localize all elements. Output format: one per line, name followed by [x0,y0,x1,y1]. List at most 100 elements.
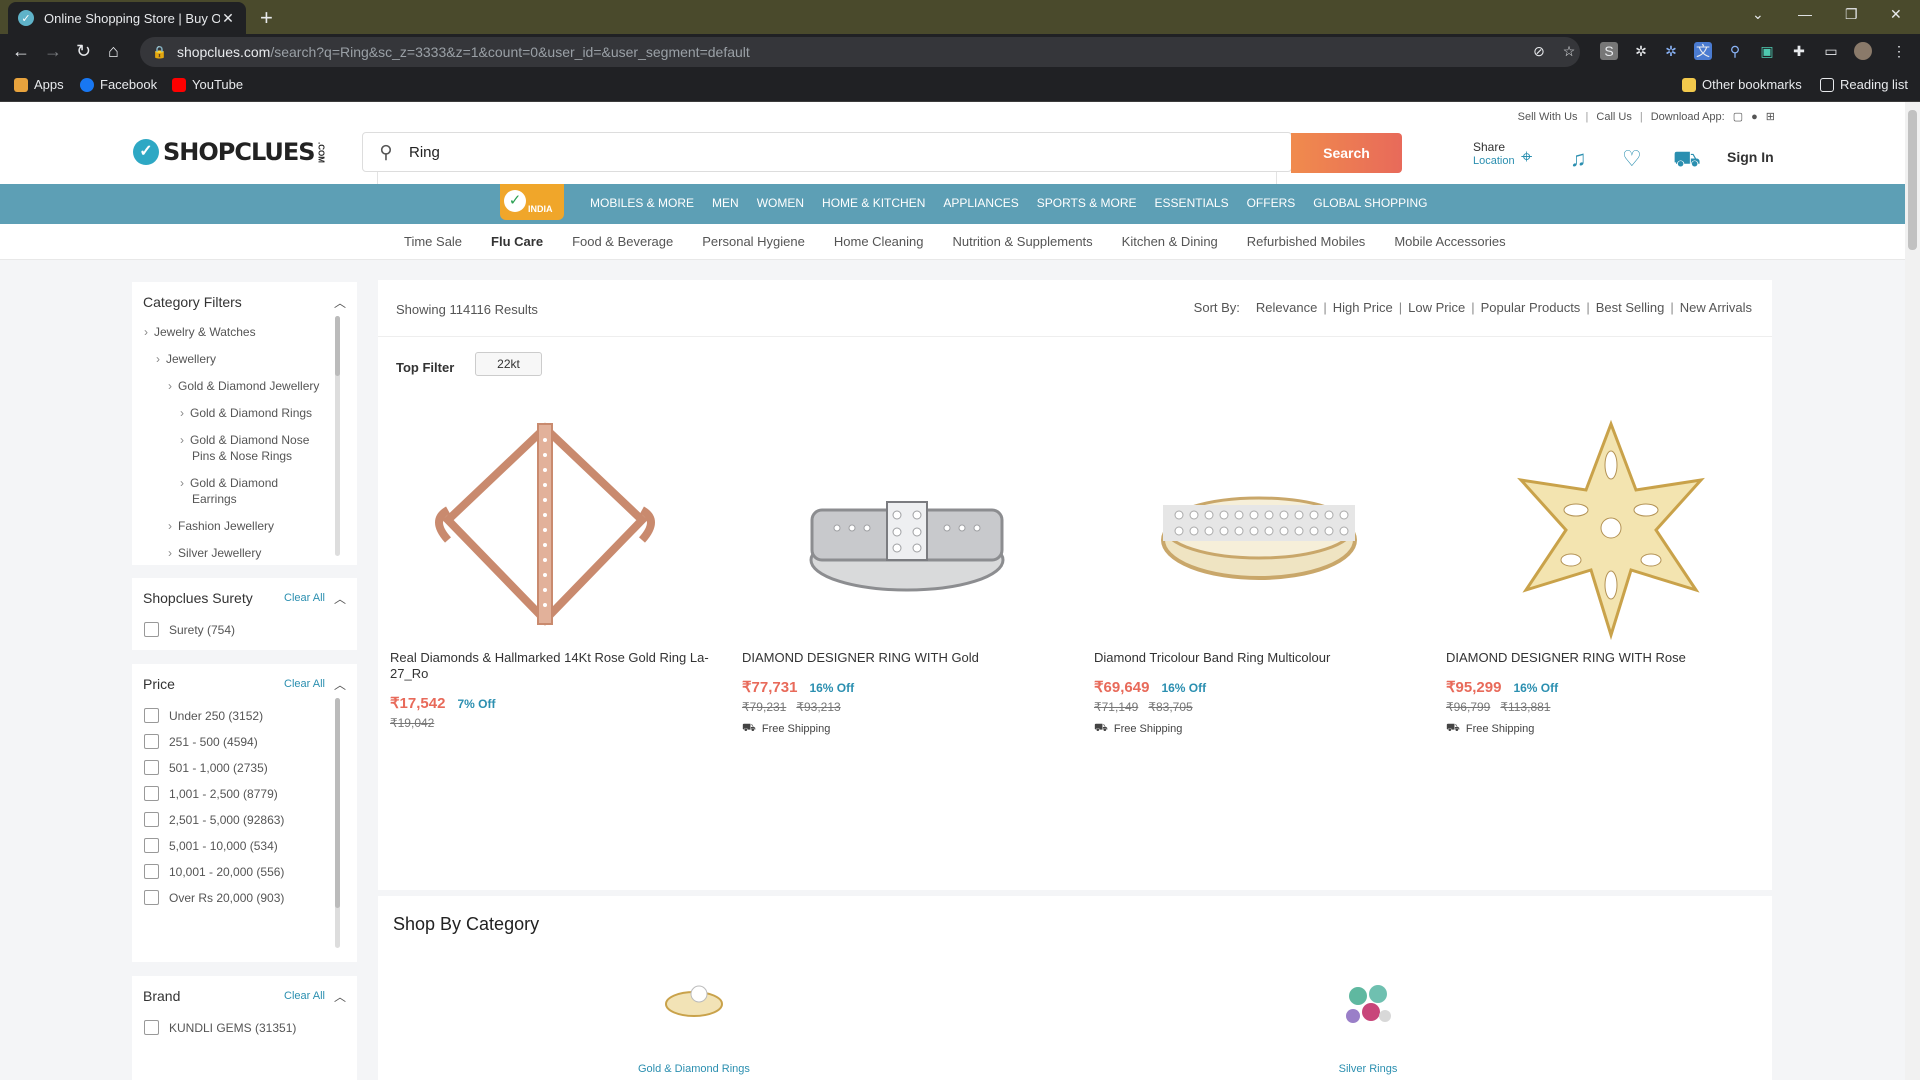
category-link[interactable]: OFFERS [1247,196,1296,210]
collapse-chevron-icon[interactable]: ︿ [334,294,346,311]
extension-translate-icon[interactable]: 文 [1694,42,1712,60]
product-name[interactable]: DIAMOND DESIGNER RING WITH Gold [742,650,1072,666]
android-icon[interactable]: ▢ [1733,110,1743,123]
address-bar[interactable]: 🔒 shopclues.com /search?q=Ring&sc_z=3333… [140,37,1580,67]
checkbox[interactable] [144,760,159,775]
sub-nav-item[interactable]: Home Cleaning [834,234,924,249]
surety-option[interactable]: Surety (754) [144,622,235,637]
tree-item-gold-diamond-rings[interactable]: › Gold & Diamond Rings [180,405,312,421]
call-us-link[interactable]: Call Us [1596,111,1631,123]
price-option[interactable]: Under 250 (3152) [144,708,263,723]
tab-search-icon[interactable]: ⌄ [1752,6,1764,23]
tree-item-jewelry-watches[interactable]: › Jewelry & Watches [144,324,256,340]
scrollbar-thumb[interactable] [1908,110,1917,250]
sub-nav-item[interactable]: Time Sale [404,234,462,249]
category-link[interactable]: GLOBAL SHOPPING [1313,196,1427,210]
price-clear-all[interactable]: Clear All [284,678,325,690]
bookmark-apps[interactable]: Apps [14,77,64,92]
cart-icon[interactable]: ⛟ [1673,146,1701,175]
bookmark-youtube[interactable]: YouTube [172,77,243,92]
sub-nav-item[interactable]: Mobile Accessories [1394,234,1505,249]
sort-option[interactable]: Best Selling [1596,300,1665,315]
page-scrollbar[interactable] [1905,102,1920,1080]
sell-with-us-link[interactable]: Sell With Us [1518,111,1578,123]
checkbox[interactable] [144,734,159,749]
price-option[interactable]: 2,501 - 5,000 (92863) [144,812,284,827]
tree-item-gold-diamond-nose-pins[interactable]: › Gold & Diamond Nose [180,432,309,448]
category-scrollbar[interactable] [335,316,340,556]
tree-item-nose-rings-line2[interactable]: Pins & Nose Rings [192,448,292,464]
share-location[interactable]: Share Location [1473,140,1515,168]
checkbox[interactable] [144,812,159,827]
checkbox[interactable] [144,708,159,723]
apple-icon[interactable]: ● [1751,111,1758,123]
product-name[interactable]: DIAMOND DESIGNER RING WITH Rose [1446,650,1776,666]
category-link[interactable]: MEN [712,196,739,210]
windows-icon[interactable]: ⊞ [1766,110,1775,123]
brand-option[interactable]: KUNDLI GEMS (31351) [144,1020,296,1035]
new-tab-icon[interactable]: + [260,5,273,31]
minimize-icon[interactable]: — [1798,6,1812,22]
eye-off-icon[interactable]: ⊘ [1530,42,1548,60]
category-tile-silver-rings[interactable]: Silver Rings [1333,976,1403,1075]
product-image[interactable] [390,410,720,650]
tree-item-gold-diamond-earrings[interactable]: › Gold & Diamond [180,475,278,491]
collapse-chevron-icon[interactable]: ︿ [334,590,346,607]
sub-nav-item[interactable]: Refurbished Mobiles [1247,234,1366,249]
sort-option[interactable]: Popular Products [1481,300,1581,315]
price-option[interactable]: 5,001 - 10,000 (534) [144,838,278,853]
sort-option[interactable]: Low Price [1408,300,1465,315]
product-card[interactable]: DIAMOND DESIGNER RING WITH Gold ₹77,731 … [742,410,1072,736]
product-image[interactable] [1094,410,1424,650]
bookmark-star-icon[interactable]: ☆ [1560,42,1578,60]
notification-bell-icon[interactable]: ♫ [1570,146,1587,172]
price-option[interactable]: 501 - 1,000 (2735) [144,760,268,775]
checkbox[interactable] [144,890,159,905]
product-image[interactable] [1446,410,1776,650]
shopclues-logo[interactable]: ✓ SHOPCLUES .COM [133,138,326,166]
category-tile-gold-diamond-rings[interactable]: Gold & Diamond Rings [638,976,750,1075]
category-link[interactable]: SPORTS & MORE [1037,196,1137,210]
forward-icon[interactable]: → [44,41,62,62]
restore-icon[interactable]: ❐ [1845,6,1858,23]
checkbox[interactable] [144,786,159,801]
top-filter-chip[interactable]: 22kt [475,352,542,376]
price-option[interactable]: 251 - 500 (4594) [144,734,258,749]
product-name[interactable]: Diamond Tricolour Band Ring Multicolour [1094,650,1424,666]
sub-nav-item[interactable]: Personal Hygiene [702,234,805,249]
checkbox[interactable] [144,1020,159,1035]
collapse-chevron-icon[interactable]: ︿ [334,676,346,693]
bookmark-facebook[interactable]: Facebook [80,77,157,92]
product-image[interactable] [742,410,1072,650]
extension-box-icon[interactable]: ▣ [1758,42,1776,60]
extension-search-icon[interactable]: ⚲ [1726,42,1744,60]
category-link[interactable]: ESSENTIALS [1155,196,1229,210]
sub-nav-item[interactable]: Food & Beverage [572,234,673,249]
tree-item-fashion-jewellery[interactable]: › Fashion Jewellery [168,518,274,534]
checkbox[interactable] [144,864,159,879]
category-link[interactable]: HOME & KITCHEN [822,196,925,210]
reload-icon[interactable]: ↻ [76,41,91,62]
search-input[interactable]: Ring [409,144,1291,161]
product-name[interactable]: Real Diamonds & Hallmarked 14Kt Rose Gol… [390,650,720,682]
sub-nav-item[interactable]: Nutrition & Supplements [952,234,1092,249]
checkbox[interactable] [144,838,159,853]
extensions-puzzle-icon[interactable]: ✚ [1790,42,1808,60]
checkbox[interactable] [144,622,159,637]
tree-item-earrings-line2[interactable]: Earrings [192,491,237,507]
price-option[interactable]: Over Rs 20,000 (903) [144,890,284,905]
profile-avatar[interactable] [1854,42,1872,60]
price-option[interactable]: 1,001 - 2,500 (8779) [144,786,278,801]
brand-clear-all[interactable]: Clear All [284,990,325,1002]
sort-option[interactable]: High Price [1333,300,1393,315]
category-link[interactable]: WOMEN [757,196,804,210]
tree-item-jewellery[interactable]: › Jewellery [156,351,216,367]
category-link[interactable]: MOBILES & MORE [590,196,694,210]
browser-tab[interactable]: ✓ Online Shopping Store | Buy Onli ✕ [8,2,246,34]
extension-s-icon[interactable]: S [1600,42,1618,60]
menu-dots-icon[interactable]: ⋮ [1890,42,1908,60]
reading-list[interactable]: Reading list [1820,77,1908,92]
collapse-chevron-icon[interactable]: ︿ [334,988,346,1005]
location-pin-icon[interactable]: ⌖ [1521,146,1532,169]
sort-option[interactable]: New Arrivals [1680,300,1752,315]
